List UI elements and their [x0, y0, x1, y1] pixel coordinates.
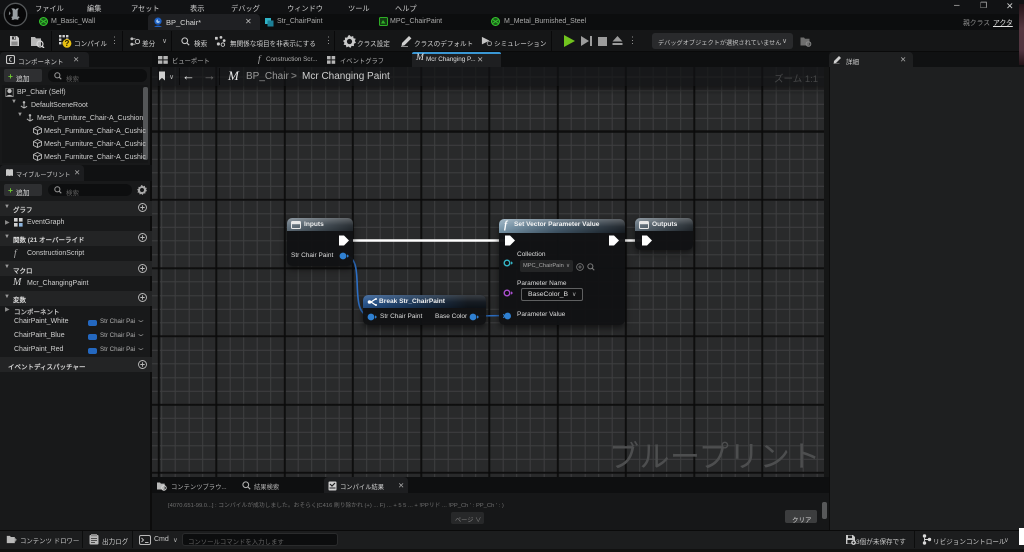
svg-text:?: ?: [65, 39, 70, 48]
